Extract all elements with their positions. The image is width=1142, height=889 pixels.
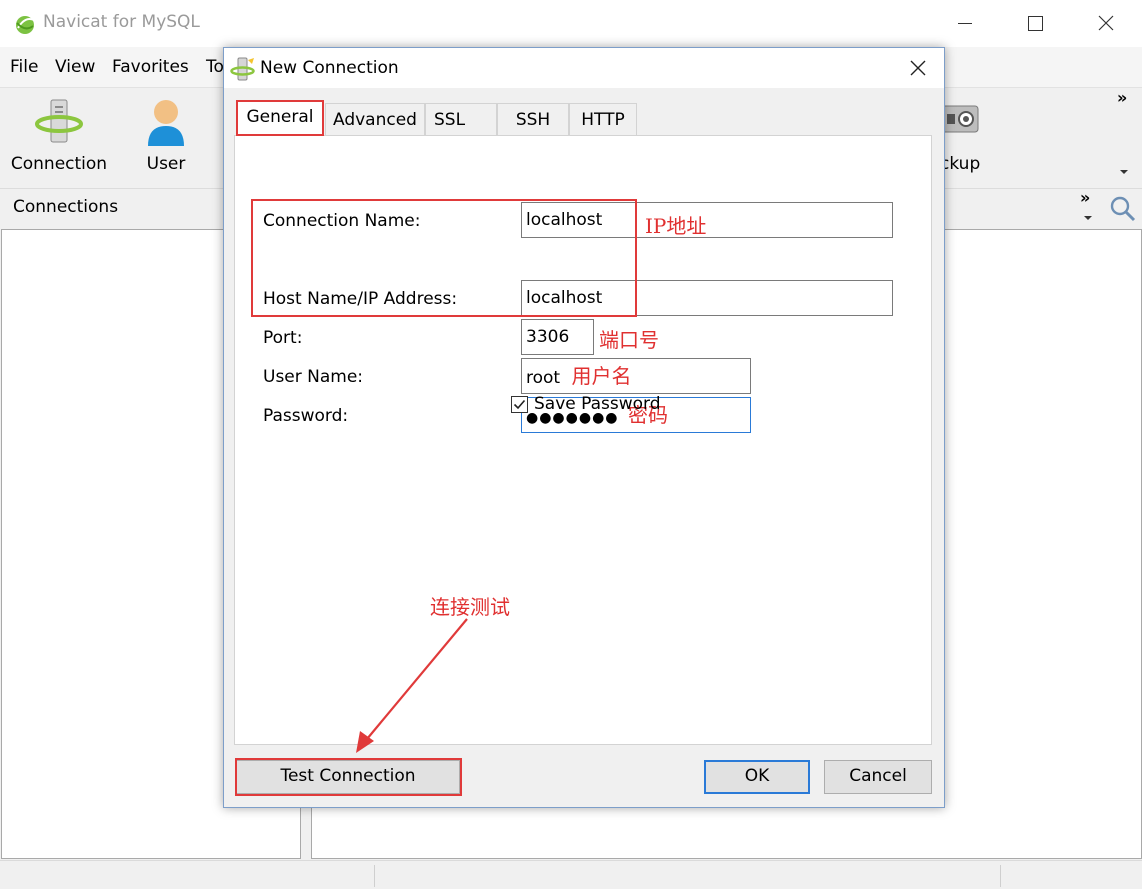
checkmark-icon	[513, 399, 526, 410]
annotation-host-highlight	[251, 199, 637, 317]
new-connection-dialog: New Connection General Advanced SSL SSH …	[223, 47, 945, 808]
annotation-tab-highlight	[236, 100, 324, 136]
status-separator	[374, 865, 375, 887]
navicat-logo-icon	[16, 16, 35, 34]
dialog-close-icon[interactable]	[898, 52, 938, 84]
ok-button[interactable]: OK	[704, 760, 810, 794]
user-icon	[148, 100, 184, 146]
annotation-arrow-icon	[356, 618, 468, 753]
panel-more-icon[interactable]: »	[1080, 188, 1090, 207]
connection-icon	[35, 99, 83, 143]
toolbar-more-icon[interactable]: »	[1117, 88, 1127, 107]
tab-ssl[interactable]: SSL	[425, 103, 497, 135]
connections-title: Connections	[13, 197, 119, 217]
save-password-checkbox[interactable]	[511, 396, 528, 413]
toolbar-user-button[interactable]: User	[130, 88, 202, 184]
toolbar-dropdown-icon[interactable]	[1119, 168, 1129, 176]
menu-tools[interactable]: To	[206, 57, 224, 77]
user-name-label: User Name:	[263, 367, 364, 387]
tab-ssh[interactable]: SSH	[497, 103, 569, 135]
new-connection-icon	[230, 57, 255, 81]
dialog-title: New Connection	[260, 58, 399, 78]
user-name-value: root	[526, 368, 561, 388]
general-tab-panel: Connection Name: localhost Host Name/IP …	[234, 135, 932, 745]
toolbar-connection-button[interactable]: Connection	[4, 88, 114, 184]
window-titlebar: Navicat for MySQL	[0, 0, 1142, 47]
panel-dropdown-icon[interactable]	[1083, 214, 1093, 222]
port-input[interactable]: 3306	[521, 319, 594, 355]
password-label: Password:	[263, 406, 349, 426]
menu-file[interactable]: File	[10, 57, 38, 77]
dialog-titlebar: New Connection	[224, 48, 944, 88]
toolbar-backup-label: ckup	[940, 154, 981, 174]
status-bar	[0, 860, 1142, 889]
tab-http[interactable]: HTTP	[569, 103, 637, 135]
user-name-input[interactable]: root 用户名	[521, 358, 751, 394]
status-separator	[1000, 865, 1001, 887]
menu-favorites[interactable]: Favorites	[112, 57, 189, 77]
annotation-user: 用户名	[571, 364, 632, 388]
annotation-ip: IP地址	[645, 214, 707, 238]
cancel-button[interactable]: Cancel	[824, 760, 932, 794]
toolbar-connection-label: Connection	[10, 154, 108, 174]
annotation-test-highlight	[235, 758, 462, 796]
search-icon[interactable]	[1108, 194, 1136, 222]
maximize-button[interactable]	[1000, 0, 1070, 47]
tab-advanced[interactable]: Advanced	[325, 103, 425, 135]
window-title: Navicat for MySQL	[43, 12, 200, 32]
menu-view[interactable]: View	[55, 57, 95, 77]
annotation-port: 端口号	[599, 328, 659, 352]
port-label: Port:	[263, 328, 303, 348]
minimize-button[interactable]	[930, 0, 1000, 47]
toolbar-user-label: User	[146, 154, 186, 174]
save-password-label[interactable]: Save Password	[534, 394, 661, 414]
close-window-button[interactable]	[1070, 0, 1140, 47]
